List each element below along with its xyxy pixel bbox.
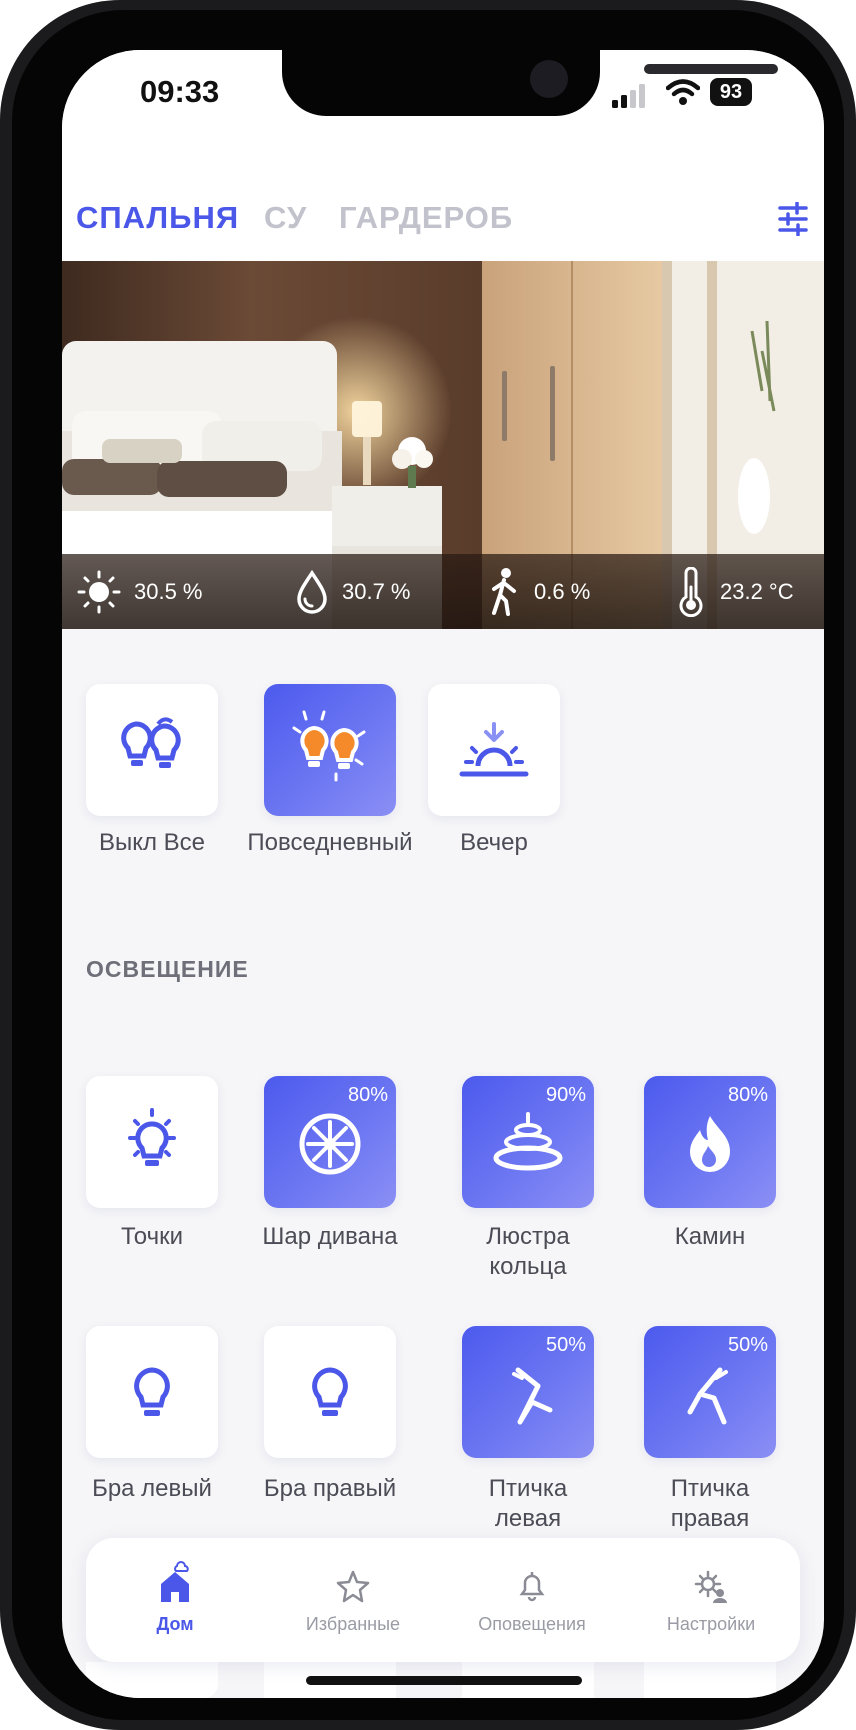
notch <box>282 50 778 116</box>
nav-home[interactable]: Дом <box>86 1538 264 1662</box>
gear-user-icon <box>694 1570 727 1603</box>
sensor-temperature-value: 23.2 °C <box>720 578 794 604</box>
wifi-icon <box>666 79 700 105</box>
sensor-bar: 30.5 % 30.7 % 0.6 % 23.2 °C <box>62 554 824 629</box>
ring-chandelier-icon <box>493 1112 563 1171</box>
thermometer-icon <box>679 566 703 617</box>
bird-lamp-right-icon <box>687 1367 728 1425</box>
sliders-icon[interactable] <box>778 202 808 236</box>
light-ring-chandelier-label: Люстра кольца <box>428 1222 628 1282</box>
sensor-motion: 0.6 % <box>486 554 590 629</box>
light-fireplace[interactable]: 80% <box>644 1076 776 1208</box>
bell-icon <box>519 1572 545 1602</box>
light-sconce-left-label: Бра левый <box>92 1475 212 1502</box>
mute-switch <box>0 320 8 372</box>
peek-tile <box>644 1662 776 1698</box>
scene-evening-label: Вечер <box>460 829 528 856</box>
volume-up-button <box>0 430 8 540</box>
bottom-navigation: Дом Избранные Оповещения Настройки <box>86 1538 800 1662</box>
nav-favorites[interactable]: Избранные <box>264 1538 442 1662</box>
scene-evening[interactable] <box>428 684 560 816</box>
home-indicator <box>306 1676 582 1685</box>
app-screen: 09:33 93 СПАЛЬНЯ СУ ГАРДЕРОБ 30.5 % 30.7… <box>62 50 824 1698</box>
light-sconce-left[interactable] <box>86 1326 218 1458</box>
sensor-humidity: 30.7 % <box>294 554 411 629</box>
status-time: 09:33 <box>140 74 220 109</box>
tab-bedroom[interactable]: СПАЛЬНЯ <box>76 200 239 236</box>
light-sofa-sphere-label: Шар дивана <box>262 1223 398 1250</box>
nav-settings[interactable]: Настройки <box>622 1538 800 1662</box>
light-sconce-right[interactable] <box>264 1326 396 1458</box>
scene-all-off-label: Выкл Все <box>98 829 206 856</box>
sensor-humidity-value: 30.7 % <box>342 578 411 604</box>
sun-icon <box>77 570 121 613</box>
light-spots-label: Точки <box>120 1223 183 1250</box>
power-button <box>848 470 856 650</box>
home-icon <box>161 1561 189 1602</box>
light-spots[interactable] <box>86 1076 218 1208</box>
light-bird-right[interactable]: 50% <box>644 1326 776 1458</box>
walking-person-icon <box>492 567 516 616</box>
earpiece-speaker <box>644 64 778 74</box>
light-bird-right-label: Птичка правая <box>610 1474 810 1534</box>
scene-all-off[interactable] <box>86 684 218 816</box>
light-sconce-right-label: Бра правый <box>263 1475 397 1502</box>
light-fireplace-label: Камин <box>674 1223 746 1250</box>
light-bird-left-label-text: Птичка левая <box>488 1475 568 1532</box>
sensor-temperature: 23.2 °C <box>674 554 794 629</box>
sensor-illumination: 30.5 % <box>76 554 203 629</box>
light-sofa-sphere[interactable]: 80% <box>264 1076 396 1208</box>
phone-bezel: 09:33 93 СПАЛЬНЯ СУ ГАРДЕРОБ 30.5 % 30.7… <box>12 10 844 1720</box>
nav-favorites-label: Избранные <box>305 1614 401 1634</box>
nav-notifications[interactable]: Оповещения <box>443 1538 621 1662</box>
light-ring-chandelier[interactable]: 90% <box>462 1076 594 1208</box>
phone-frame: 09:33 93 СПАЛЬНЯ СУ ГАРДЕРОБ 30.5 % 30.7… <box>0 0 856 1730</box>
light-ring-chandelier-label-text: Люстра кольца <box>486 1223 570 1280</box>
nav-home-label: Дом <box>156 1614 194 1634</box>
battery-indicator: 93 <box>710 78 752 106</box>
light-bird-left[interactable]: 50% <box>462 1326 594 1458</box>
peek-tile <box>86 1662 218 1698</box>
cellular-signal-icon <box>612 84 645 108</box>
sphere-lamp-icon <box>299 1113 361 1175</box>
bulbs-on-icon <box>292 710 366 782</box>
nav-settings-label: Настройки <box>666 1614 756 1634</box>
bulb-rays-icon <box>128 1108 176 1166</box>
light-bird-right-label-text: Птичка правая <box>670 1475 750 1532</box>
bulb-icon <box>312 1367 348 1416</box>
light-bird-left-label: Птичка левая <box>428 1474 628 1534</box>
bulb-icon <box>134 1367 170 1416</box>
volume-down-button <box>0 580 8 690</box>
nav-notifications-label: Оповещения <box>478 1614 586 1634</box>
tab-wardrobe[interactable]: ГАРДЕРОБ <box>339 200 513 236</box>
tab-bathroom[interactable]: СУ <box>264 200 307 236</box>
bird-lamp-left-icon <box>512 1367 553 1425</box>
scene-everyday[interactable] <box>264 684 396 816</box>
sensor-motion-value: 0.6 % <box>534 578 591 604</box>
front-camera <box>530 60 568 98</box>
sensor-illumination-value: 30.5 % <box>134 578 203 604</box>
flame-icon <box>690 1116 730 1172</box>
sunset-icon <box>459 722 529 777</box>
bulbs-off-icon <box>121 717 181 768</box>
drop-icon <box>297 569 327 614</box>
star-icon <box>336 1570 370 1603</box>
room-tabs-header: СПАЛЬНЯ СУ ГАРДЕРОБ <box>62 160 824 261</box>
lighting-section-title: ОСВЕЩЕНИЕ <box>86 956 249 982</box>
